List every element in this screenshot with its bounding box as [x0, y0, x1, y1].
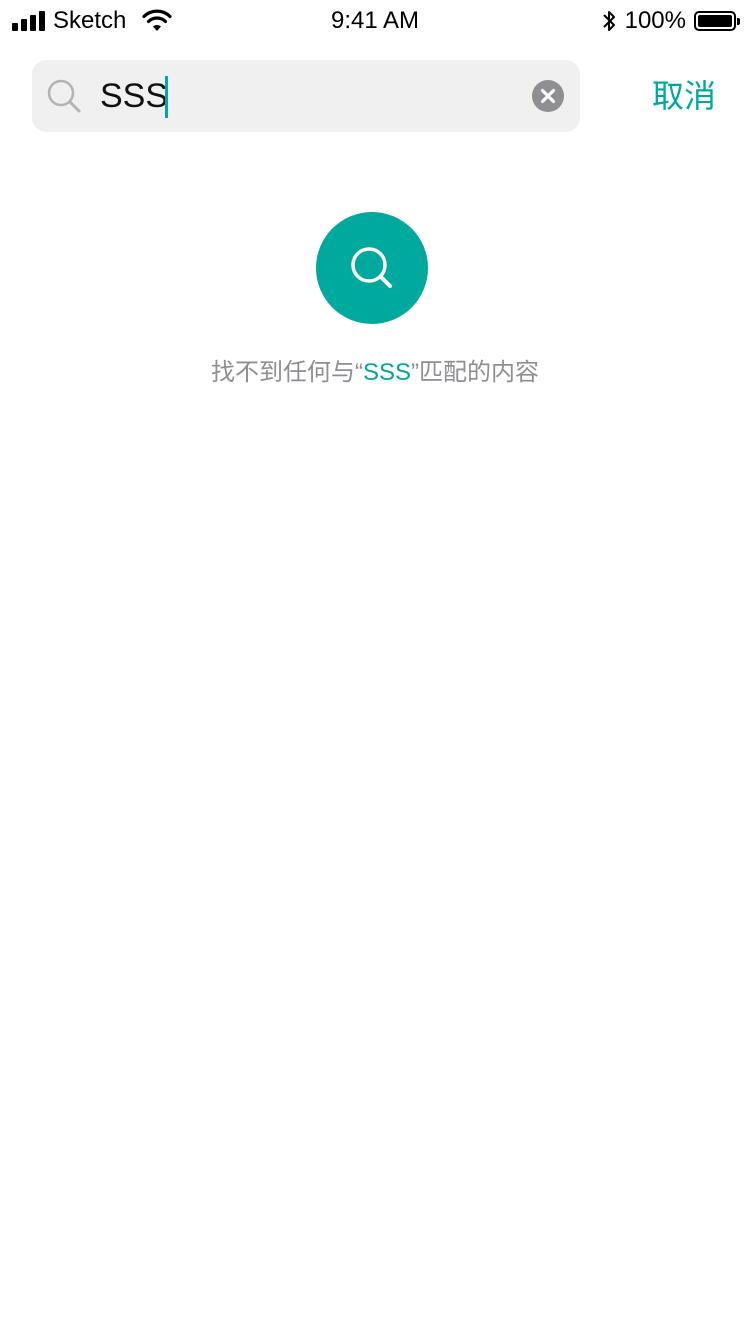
search-input[interactable]: SSS	[100, 74, 168, 118]
battery-icon	[694, 11, 740, 31]
cancel-button[interactable]: 取消	[652, 74, 716, 118]
bluetooth-icon	[602, 11, 615, 31]
no-results-suffix: ”匹配的内容	[411, 359, 540, 386]
no-results-message: 找不到任何与“SSS”匹配的内容	[0, 356, 750, 390]
no-results-keyword: SSS	[362, 359, 412, 386]
status-bar: Sketch 9:41 AM 100%	[0, 0, 750, 40]
search-results-screen: Sketch 9:41 AM 100% SSS 取消 找不到任何与“SSS”匹配…	[0, 0, 750, 1334]
search-icon	[47, 79, 81, 113]
search-bar: SSS	[32, 60, 580, 132]
no-results-prefix: 找不到任何与“	[210, 359, 363, 386]
magnifier-icon	[351, 247, 392, 288]
status-bar-right: 100%	[601, 7, 740, 35]
clear-search-icon[interactable]	[532, 80, 564, 112]
battery-percent: 100%	[624, 7, 686, 34]
text-cursor	[165, 76, 168, 118]
empty-state-search-icon	[316, 212, 428, 324]
